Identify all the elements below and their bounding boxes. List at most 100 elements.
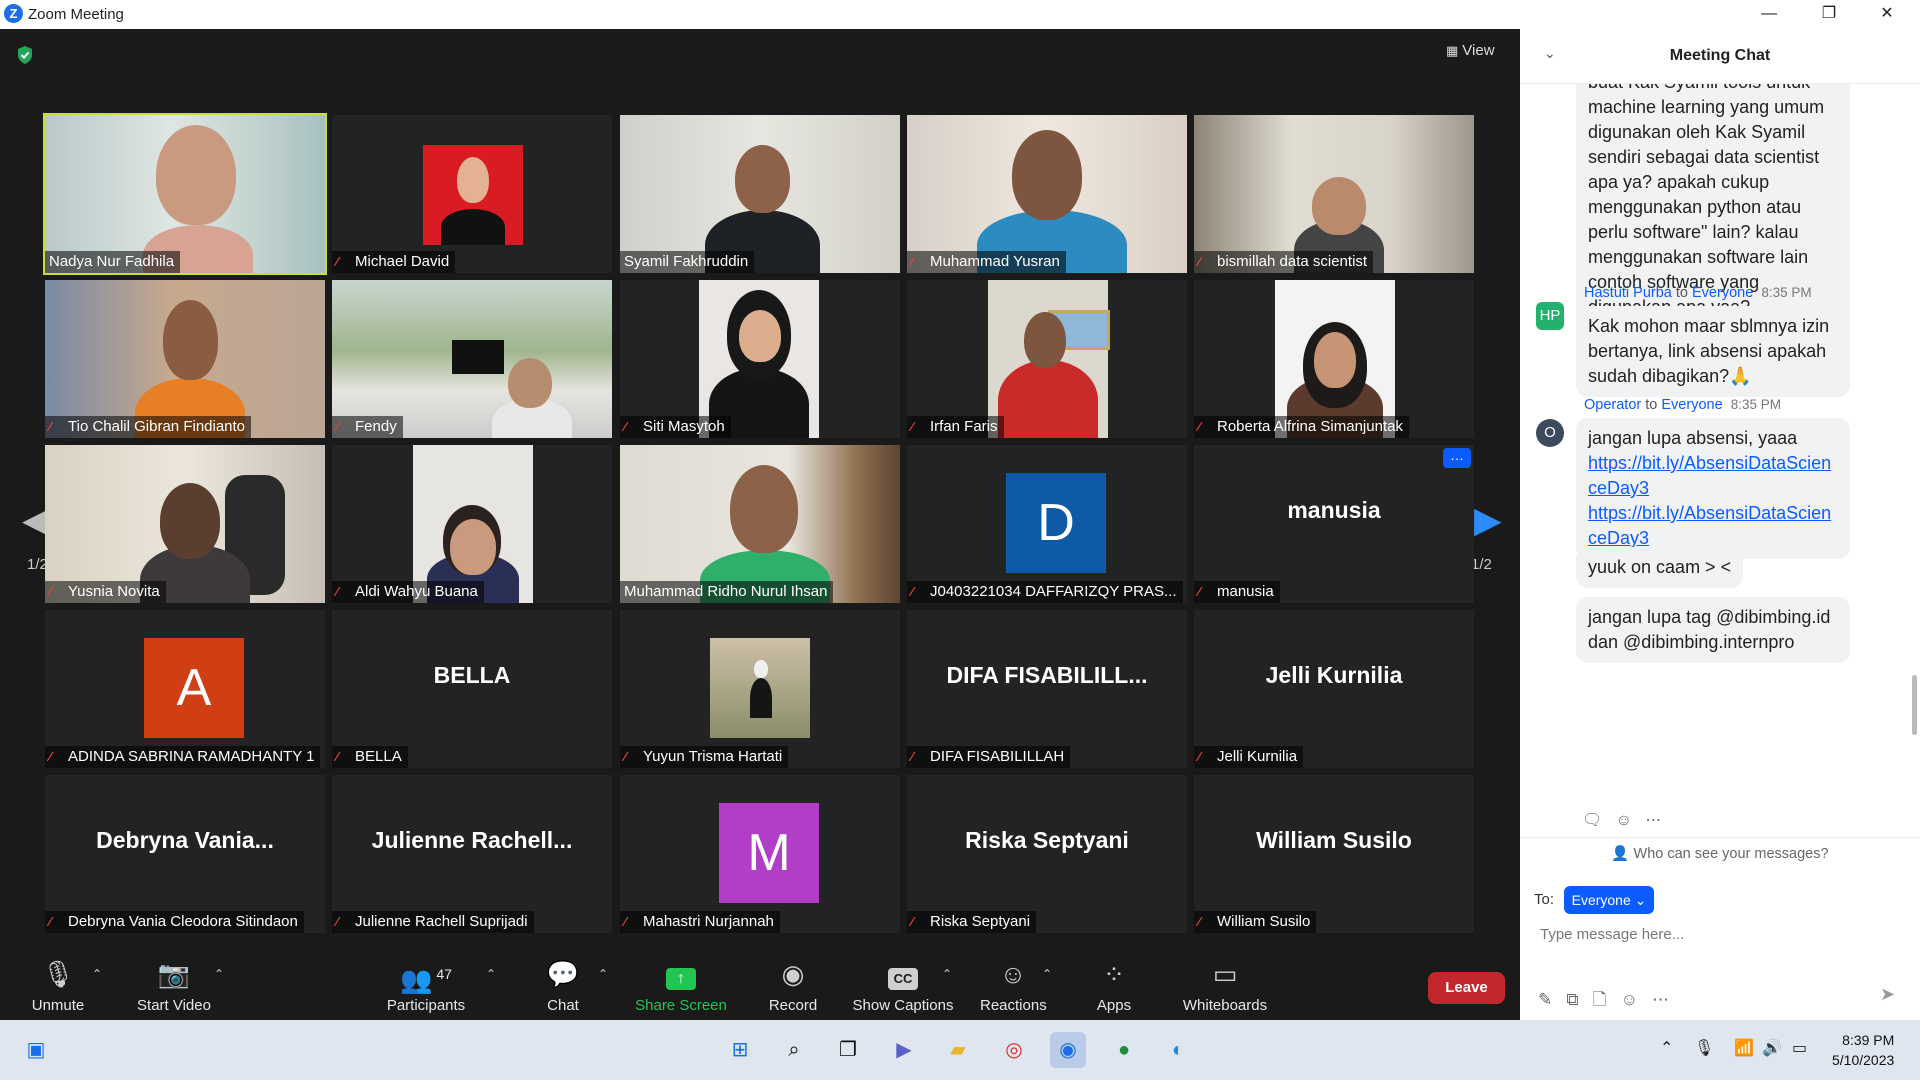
- participant-avatar: D: [1006, 473, 1106, 573]
- video-tile[interactable]: Jelli Kurnilia ⁄ Jelli Kurnilia: [1194, 610, 1474, 768]
- participants-count: 47: [436, 966, 452, 982]
- minimize-button[interactable]: —: [1746, 0, 1792, 29]
- audio-options-caret-icon[interactable]: ⌃: [92, 967, 102, 981]
- chat-scrollbar[interactable]: [1912, 77, 1917, 735]
- next-page-arrow-icon[interactable]: ▶: [1474, 499, 1502, 541]
- add-reaction-icon[interactable]: ☺: [1616, 812, 1632, 829]
- edge-icon[interactable]: ◐: [1160, 1032, 1196, 1068]
- screenshot-icon[interactable]: ⧉: [1566, 990, 1578, 1009]
- send-icon[interactable]: ➤: [1880, 984, 1895, 1005]
- muted-mic-icon: ⁄: [336, 419, 339, 434]
- chrome-icon[interactable]: ◎: [996, 1032, 1032, 1068]
- battery-icon[interactable]: ▭: [1792, 1038, 1807, 1058]
- chevron-up-icon[interactable]: ⌃: [1660, 1038, 1673, 1058]
- video-tile[interactable]: ⁄ Yuyun Trisma Hartati: [620, 610, 900, 768]
- participant-video: [332, 280, 612, 438]
- absensi-link[interactable]: https://bit.ly/AbsensiDataScienceDay3: [1588, 501, 1838, 551]
- participant-video: [620, 445, 900, 603]
- video-tile[interactable]: ⁄ Yusnia Novita: [45, 445, 325, 603]
- participant-name: Jelli Kurnilia: [1217, 748, 1298, 765]
- leave-button[interactable]: Leave: [1428, 972, 1505, 1004]
- video-options-caret-icon[interactable]: ⌃: [214, 967, 224, 981]
- teams-chat-icon[interactable]: ▶: [886, 1032, 922, 1068]
- video-tile[interactable]: ⁄ Tio Chalil Gibran Findianto: [45, 280, 325, 438]
- system-clock[interactable]: 8:39 PM 5/10/2023: [1832, 1030, 1894, 1070]
- meeting-area: ▦ View ◀ 1/2 ▶ 1/2 Nadya Nur Fadhila ⁄ Mic…: [0, 29, 1520, 1020]
- participant-name-tag: ⁄ Julienne Rachell Suprijadi: [332, 911, 534, 933]
- absensi-link[interactable]: https://bit.ly/AbsensiDataScienceDay3: [1588, 451, 1838, 501]
- message-input[interactable]: Type message here...: [1540, 926, 1684, 943]
- search-icon[interactable]: ⌕: [776, 1032, 812, 1068]
- show-captions-button[interactable]: CC Show Captions: [852, 957, 954, 1014]
- participant-name: Muhammad Ridho Nurul Ihsan: [624, 583, 828, 600]
- video-tile[interactable]: Debryna Vania... ⁄ Debryna Vania Cleodora…: [45, 775, 325, 933]
- volume-icon[interactable]: 🔊: [1762, 1038, 1782, 1058]
- file-explorer-icon[interactable]: ▰: [940, 1032, 976, 1068]
- reactions-button[interactable]: ☺ Reactions: [980, 957, 1047, 1014]
- video-tile[interactable]: M ⁄ Mahastri Nurjannah: [620, 775, 900, 933]
- who-can-see-link[interactable]: 👤 Who can see your messages?: [1520, 845, 1920, 862]
- video-tile[interactable]: Syamil Fakhruddin: [620, 115, 900, 273]
- reactions-label: Reactions: [980, 997, 1047, 1014]
- video-tile[interactable]: Nadya Nur Fadhila: [43, 113, 327, 275]
- video-tile[interactable]: Riska Septyani ⁄ Riska Septyani: [907, 775, 1187, 933]
- participant-name-tag: ⁄ Tio Chalil Gibran Findianto: [45, 416, 252, 438]
- maximize-button[interactable]: ❐: [1806, 0, 1852, 29]
- video-tile[interactable]: Julienne Rachell... ⁄ Julienne Rachell Su…: [332, 775, 612, 933]
- video-tile[interactable]: ⁄ Roberta Alfrina Simanjuntak: [1194, 280, 1474, 438]
- recipient-dropdown[interactable]: Everyone ⌄: [1564, 886, 1654, 914]
- reactions-caret-icon[interactable]: ⌃: [1042, 967, 1052, 981]
- video-tile[interactable]: ⁄ Michael David: [332, 115, 612, 273]
- participant-name: Roberta Alfrina Simanjuntak: [1217, 418, 1403, 435]
- emoji-icon[interactable]: ☺: [1621, 990, 1638, 1009]
- video-tile[interactable]: D ⁄ J0403221034 DAFFARIZQY PRAS...: [907, 445, 1187, 603]
- video-tile[interactable]: A ⁄ ADINDA SABRINA RAMADHANTY 1: [45, 610, 325, 768]
- video-tile[interactable]: Muhammad Ridho Nurul Ihsan: [620, 445, 900, 603]
- participant-name-tag: ⁄ Siti Masytoh: [620, 416, 731, 438]
- video-tile[interactable]: DIFA FISABILILL... ⁄ DIFA FISABILILLAH: [907, 610, 1187, 768]
- muted-mic-icon: ⁄: [624, 914, 627, 929]
- microphone-icon[interactable]: 🎙: [1694, 1038, 1714, 1058]
- task-view-icon[interactable]: ❐: [830, 1032, 866, 1068]
- participant-video: [45, 115, 325, 273]
- zoom-app-icon[interactable]: ◉: [1050, 1032, 1086, 1068]
- more-icon[interactable]: ⋯: [1645, 812, 1661, 829]
- participant-name: Fendy: [355, 418, 397, 435]
- video-tile[interactable]: William Susilo ⁄ William Susilo: [1194, 775, 1474, 933]
- more-options-icon[interactable]: …: [1443, 448, 1471, 468]
- start-menu-icon[interactable]: ⊞: [722, 1032, 758, 1068]
- participants-caret-icon[interactable]: ⌃: [486, 967, 496, 981]
- captions-caret-icon[interactable]: ⌃: [942, 967, 952, 981]
- file-icon[interactable]: 🗋: [1593, 990, 1607, 1009]
- video-tile[interactable]: ⁄ bismillah data scientist: [1194, 115, 1474, 273]
- security-shield-icon[interactable]: [16, 45, 34, 65]
- reply-icon[interactable]: 🗨: [1582, 812, 1602, 829]
- video-tile[interactable]: BELLA ⁄ BELLA: [332, 610, 612, 768]
- unmute-button[interactable]: 🎙 Unmute: [28, 957, 88, 1014]
- video-tile[interactable]: ⁄ Irfan Faris: [907, 280, 1187, 438]
- video-tile[interactable]: manusia … ⁄ manusia: [1194, 445, 1474, 603]
- view-button[interactable]: ▦ View: [1446, 42, 1495, 59]
- share-screen-button[interactable]: ↑ Share Screen: [632, 957, 730, 1014]
- chat-button[interactable]: 💬 Chat: [538, 957, 588, 1014]
- participant-video: [699, 280, 819, 438]
- video-tile[interactable]: ⁄ Aldi Wahyu Buana: [332, 445, 612, 603]
- whiteboards-button[interactable]: ▭ Whiteboards: [1180, 957, 1270, 1014]
- participant-name: Tio Chalil Gibran Findianto: [68, 418, 246, 435]
- video-tile[interactable]: ⁄ Muhammad Yusran: [907, 115, 1187, 273]
- start-video-button[interactable]: 📷 Start Video: [132, 957, 216, 1014]
- participant-name-tag: ⁄ J0403221034 DAFFARIZQY PRAS...: [907, 581, 1183, 603]
- avatar: O: [1536, 419, 1564, 447]
- apps-button[interactable]: ⁘ Apps: [1094, 957, 1134, 1014]
- format-text-icon[interactable]: ✎: [1538, 990, 1552, 1009]
- close-button[interactable]: ✕: [1864, 0, 1910, 29]
- record-button[interactable]: ◉ Record: [762, 957, 824, 1014]
- video-tile[interactable]: ⁄ Siti Masytoh: [620, 280, 900, 438]
- chat-caret-icon[interactable]: ⌃: [598, 967, 608, 981]
- green-app-icon[interactable]: ●: [1106, 1032, 1142, 1068]
- video-tile[interactable]: ⁄ Fendy: [332, 280, 612, 438]
- widgets-icon[interactable]: ▣: [18, 1032, 54, 1068]
- wifi-icon[interactable]: 📶: [1734, 1038, 1754, 1058]
- more-icon[interactable]: ⋯: [1652, 990, 1669, 1009]
- participants-button[interactable]: 👥 47 Participants: [382, 957, 470, 1014]
